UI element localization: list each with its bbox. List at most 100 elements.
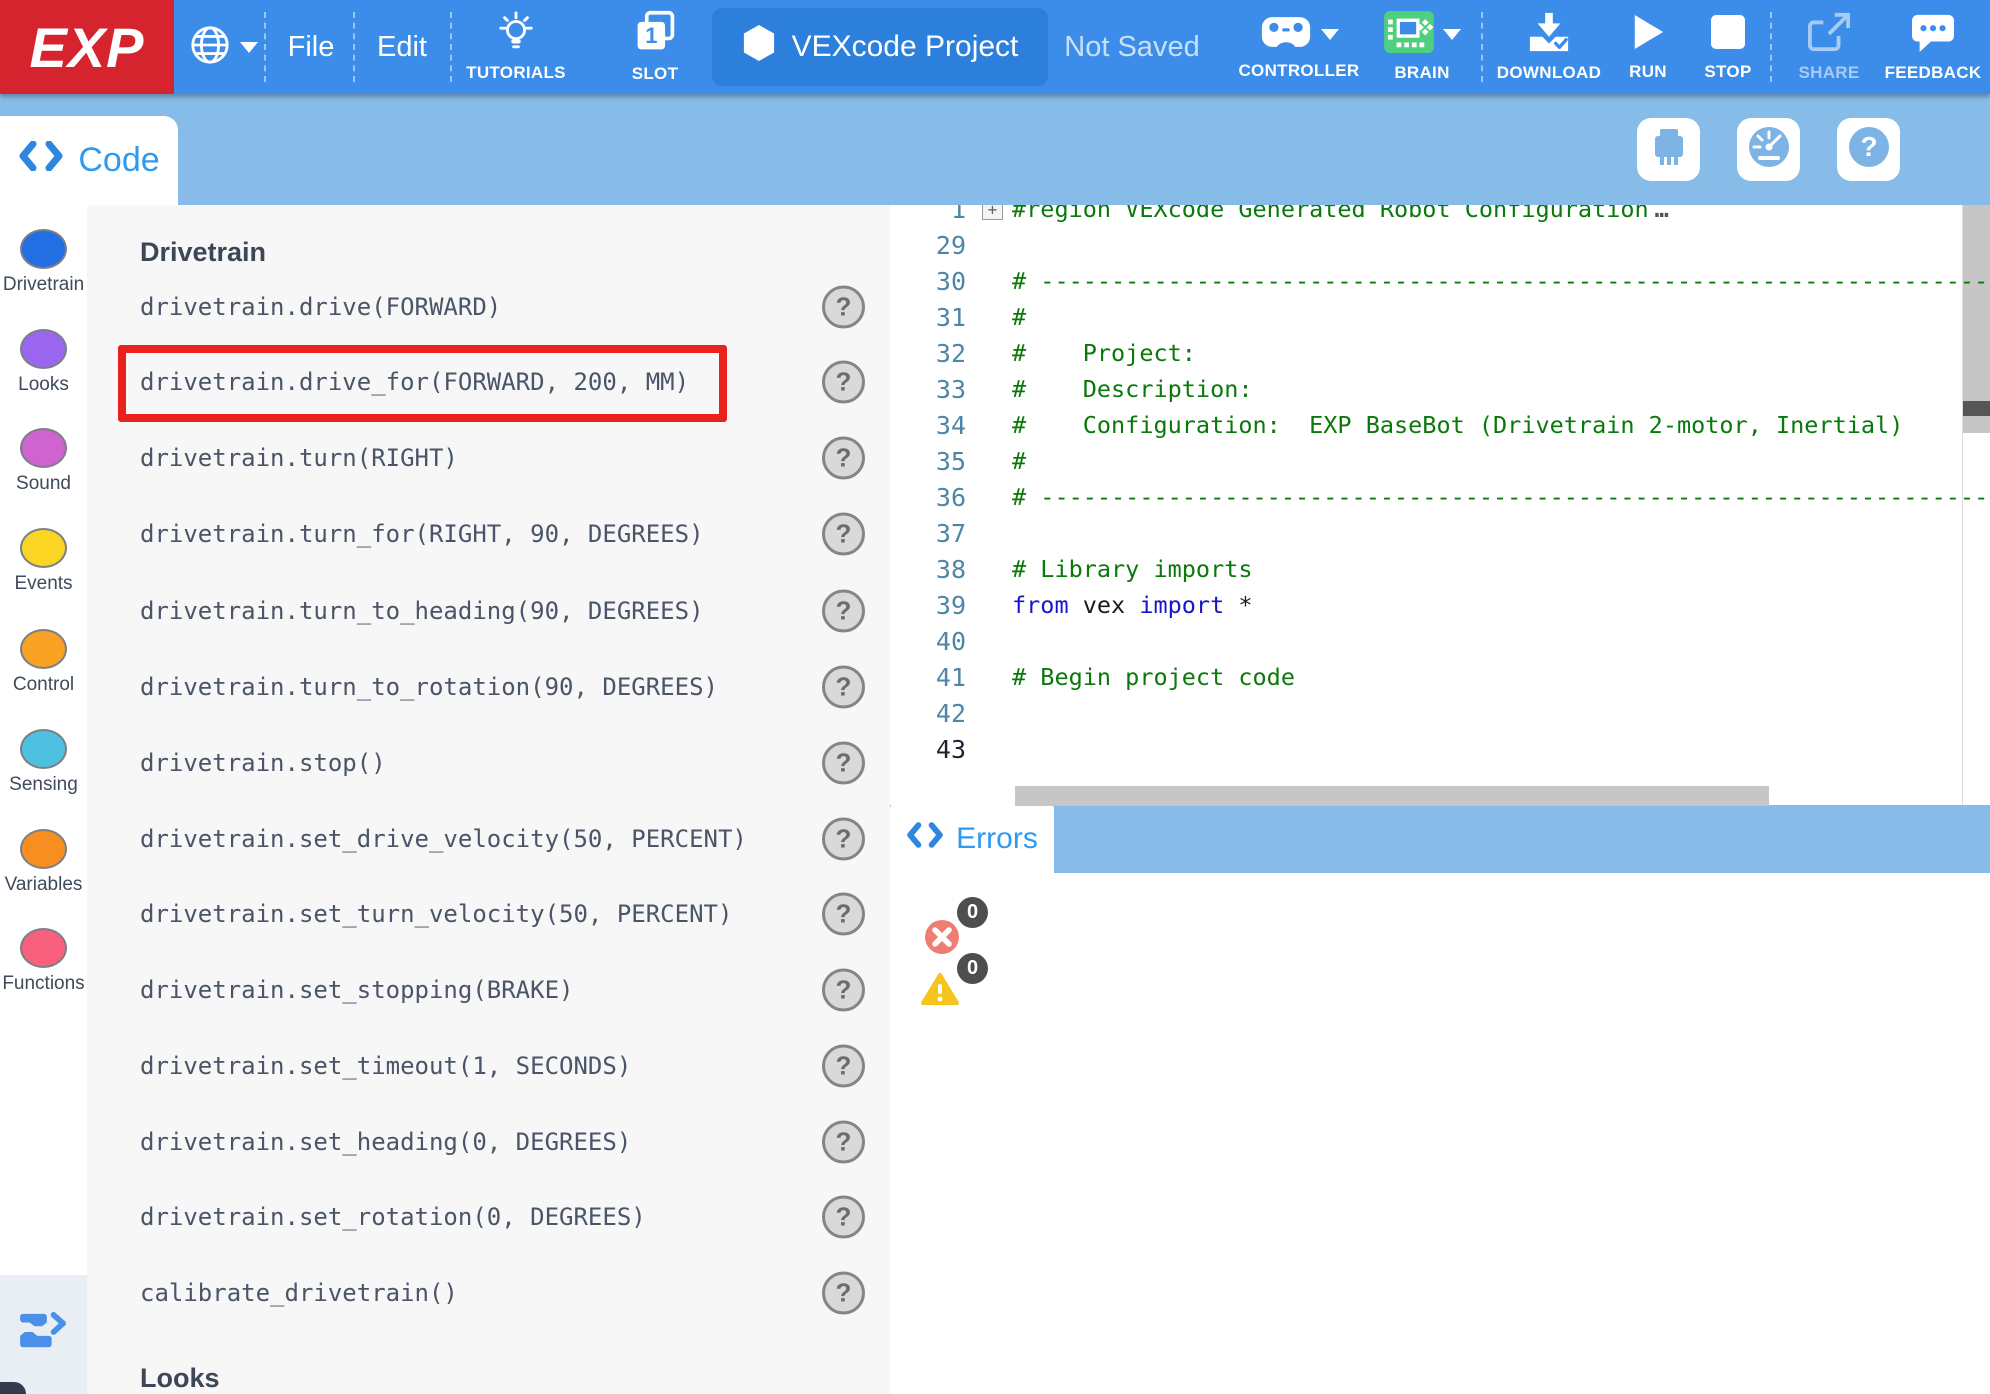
secondary-toolbar: Code bbox=[0, 94, 1990, 205]
dashboard-button[interactable] bbox=[1737, 118, 1800, 181]
command-help-button[interactable]: ? bbox=[822, 665, 865, 708]
command-row[interactable]: drivetrain.set_timeout(1, SECONDS)? bbox=[87, 1028, 890, 1103]
brain-button[interactable]: BRAIN bbox=[1372, 0, 1472, 94]
command-row[interactable]: drivetrain.turn_to_heading(90, DEGREES)? bbox=[87, 573, 890, 648]
editor-line[interactable]: 39from vex import * bbox=[890, 587, 1990, 623]
command-help-button[interactable]: ? bbox=[822, 968, 865, 1011]
command-text[interactable]: drivetrain.set_heading(0, DEGREES) bbox=[140, 1128, 631, 1156]
command-help-button[interactable]: ? bbox=[822, 512, 865, 555]
command-help-button[interactable]: ? bbox=[822, 1044, 865, 1087]
feedback-button[interactable]: FEEDBACK bbox=[1878, 0, 1988, 94]
command-help-button[interactable]: ? bbox=[822, 360, 865, 403]
editor-line[interactable]: 34# Configuration: EXP BaseBot (Drivetra… bbox=[890, 407, 1990, 443]
stop-button[interactable]: STOP bbox=[1690, 0, 1766, 94]
category-circle[interactable] bbox=[20, 629, 67, 669]
slot-button[interactable]: 1 SLOT bbox=[608, 0, 702, 94]
command-row[interactable]: drivetrain.set_heading(0, DEGREES)? bbox=[87, 1104, 890, 1179]
editor-line[interactable]: 30# ------------------------------------… bbox=[890, 263, 1990, 299]
device-info-button[interactable] bbox=[1637, 118, 1700, 181]
command-help-button[interactable]: ? bbox=[822, 817, 865, 860]
command-text[interactable]: drivetrain.turn(RIGHT) bbox=[140, 444, 458, 472]
share-button[interactable]: SHARE bbox=[1784, 0, 1874, 94]
category-circle[interactable] bbox=[20, 428, 67, 468]
command-text[interactable]: drivetrain.turn_for(RIGHT, 90, DEGREES) bbox=[140, 520, 704, 548]
command-row[interactable]: drivetrain.set_rotation(0, DEGREES)? bbox=[87, 1179, 890, 1254]
sidebar-item-looks[interactable]: Looks bbox=[0, 329, 87, 396]
horizontal-scrollbar-thumb[interactable] bbox=[1015, 786, 1769, 806]
fold-expand-icon[interactable]: + bbox=[982, 205, 1003, 220]
command-help-button[interactable]: ? bbox=[822, 436, 865, 479]
sidebar-item-variables[interactable]: Variables bbox=[0, 829, 87, 896]
help-button[interactable]: ? bbox=[1837, 118, 1900, 181]
command-row[interactable]: drivetrain.set_drive_velocity(50, PERCEN… bbox=[87, 801, 890, 876]
line-number: 30 bbox=[890, 267, 982, 296]
sidebar-item-drivetrain[interactable]: Drivetrain bbox=[0, 229, 87, 296]
blocks-toggle-button[interactable] bbox=[0, 1275, 87, 1394]
tutorials-button[interactable]: TUTORIALS bbox=[455, 0, 577, 94]
command-help-button[interactable]: ? bbox=[822, 741, 865, 784]
command-row[interactable]: drivetrain.stop()? bbox=[87, 725, 890, 800]
sidebar-item-sound[interactable]: Sound bbox=[0, 428, 87, 495]
code-editor[interactable]: 1+#region VEXcode Generated Robot Config… bbox=[890, 205, 1990, 805]
sidebar-item-functions[interactable]: Functions bbox=[0, 928, 87, 995]
command-text[interactable]: drivetrain.set_timeout(1, SECONDS) bbox=[140, 1052, 631, 1080]
command-row[interactable]: drivetrain.turn_to_rotation(90, DEGREES)… bbox=[87, 649, 890, 724]
sidebar-item-control[interactable]: Control bbox=[0, 629, 87, 696]
collapsed-region-icon[interactable]: … bbox=[1655, 205, 1669, 223]
tab-code[interactable]: Code bbox=[0, 116, 178, 205]
category-circle[interactable] bbox=[20, 829, 67, 869]
editor-line[interactable]: 40 bbox=[890, 623, 1990, 659]
category-circle[interactable] bbox=[20, 229, 67, 269]
editor-line[interactable]: 37 bbox=[890, 515, 1990, 551]
command-text[interactable]: drivetrain.turn_to_heading(90, DEGREES) bbox=[140, 597, 704, 625]
command-help-button[interactable]: ? bbox=[822, 285, 865, 328]
command-text[interactable]: drivetrain.stop() bbox=[140, 749, 386, 777]
editor-line[interactable]: 35# bbox=[890, 443, 1990, 479]
editor-line[interactable]: 32# Project: bbox=[890, 335, 1990, 371]
line-number: 35 bbox=[890, 447, 982, 476]
project-name-button[interactable]: VEXcode Project bbox=[712, 8, 1048, 86]
command-row[interactable]: drivetrain.drive(FORWARD)? bbox=[87, 269, 890, 344]
command-text[interactable]: drivetrain.drive(FORWARD) bbox=[140, 293, 501, 321]
code-brackets-icon bbox=[906, 822, 944, 856]
download-button[interactable]: DOWNLOAD bbox=[1492, 0, 1606, 94]
sidebar-item-events[interactable]: Events bbox=[0, 528, 87, 595]
command-text[interactable]: drivetrain.set_drive_velocity(50, PERCEN… bbox=[140, 825, 747, 853]
command-help-button[interactable]: ? bbox=[822, 892, 865, 935]
command-text[interactable]: drivetrain.set_turn_velocity(50, PERCENT… bbox=[140, 900, 732, 928]
command-text[interactable]: calibrate_drivetrain() bbox=[140, 1279, 458, 1307]
editor-line[interactable]: 42 bbox=[890, 695, 1990, 731]
category-circle[interactable] bbox=[20, 928, 67, 968]
editor-line[interactable]: 1+#region VEXcode Generated Robot Config… bbox=[890, 205, 1990, 227]
menu-file[interactable]: File bbox=[278, 0, 344, 94]
controller-button[interactable]: CONTROLLER bbox=[1232, 0, 1366, 94]
command-row[interactable]: drivetrain.set_turn_velocity(50, PERCENT… bbox=[87, 876, 890, 951]
editor-line[interactable]: 29 bbox=[890, 227, 1990, 263]
editor-line[interactable]: 31# bbox=[890, 299, 1990, 335]
editor-line[interactable]: 33# Description: bbox=[890, 371, 1990, 407]
command-text[interactable]: drivetrain.set_rotation(0, DEGREES) bbox=[140, 1203, 646, 1231]
editor-line[interactable]: 38# Library imports bbox=[890, 551, 1990, 587]
language-select[interactable] bbox=[182, 0, 264, 94]
category-circle[interactable] bbox=[20, 329, 67, 369]
category-circle[interactable] bbox=[20, 729, 67, 769]
command-help-button[interactable]: ? bbox=[822, 1195, 865, 1238]
command-row[interactable]: drivetrain.turn_for(RIGHT, 90, DEGREES)? bbox=[87, 496, 890, 571]
editor-line[interactable]: 36# ------------------------------------… bbox=[890, 479, 1990, 515]
sidebar-item-sensing[interactable]: Sensing bbox=[0, 729, 87, 796]
editor-line[interactable]: 43 bbox=[890, 731, 1990, 767]
command-row[interactable]: calibrate_drivetrain()? bbox=[87, 1255, 890, 1330]
command-help-button[interactable]: ? bbox=[822, 589, 865, 632]
command-help-button[interactable]: ? bbox=[822, 1120, 865, 1163]
command-help-button[interactable]: ? bbox=[822, 1271, 865, 1314]
run-button[interactable]: RUN bbox=[1613, 0, 1683, 94]
category-label: Functions bbox=[0, 973, 87, 995]
command-row[interactable]: drivetrain.turn(RIGHT)? bbox=[87, 420, 890, 495]
command-row[interactable]: drivetrain.set_stopping(BRAKE)? bbox=[87, 952, 890, 1027]
editor-line[interactable]: 41# Begin project code bbox=[890, 659, 1990, 695]
command-text[interactable]: drivetrain.turn_to_rotation(90, DEGREES) bbox=[140, 673, 718, 701]
menu-edit[interactable]: Edit bbox=[370, 0, 434, 94]
category-circle[interactable] bbox=[20, 528, 67, 568]
command-text[interactable]: drivetrain.set_stopping(BRAKE) bbox=[140, 976, 573, 1004]
tab-errors[interactable]: Errors bbox=[890, 803, 1054, 875]
